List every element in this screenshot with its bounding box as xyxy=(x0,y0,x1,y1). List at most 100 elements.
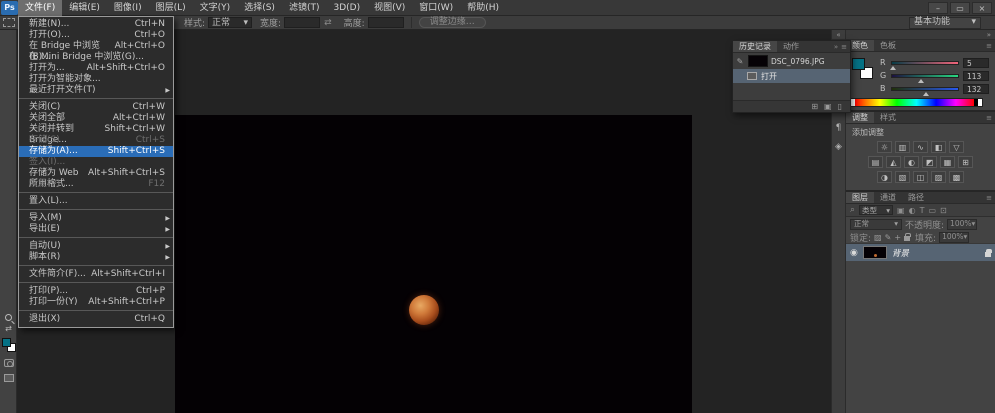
file-menu-item[interactable]: 脚本(R) xyxy=(19,252,173,266)
height-input[interactable] xyxy=(368,17,404,28)
paragraph-panel-icon[interactable]: ¶ xyxy=(832,122,845,134)
filter-smart-objects-icon[interactable]: ⊡ xyxy=(940,206,947,215)
document-image[interactable] xyxy=(175,115,692,413)
new-snapshot-icon[interactable]: ▣ xyxy=(824,102,832,111)
history-brush-source-icon[interactable]: ✎ xyxy=(735,57,745,66)
curves-icon[interactable]: ∿ xyxy=(913,141,928,153)
close-button[interactable]: × xyxy=(972,2,992,14)
file-menu-item[interactable]: 退出(X) Ctrl+Q xyxy=(19,314,173,325)
foreground-color-swatch[interactable] xyxy=(2,338,11,347)
file-menu-item[interactable]: 最近打开文件(T) xyxy=(19,85,173,99)
levels-icon[interactable]: ▥ xyxy=(895,141,910,153)
file-menu-item[interactable]: 签入(I)... xyxy=(19,157,173,168)
panel-menu-icon[interactable]: ≡ xyxy=(986,42,992,50)
threshold-icon[interactable]: ◫ xyxy=(913,171,928,183)
file-menu-item[interactable]: 关闭(C) Ctrl+W xyxy=(19,102,173,113)
foreground-color-swatch[interactable] xyxy=(852,58,865,70)
menu-bar-item[interactable]: 选择(S) xyxy=(237,0,282,16)
fill-input[interactable]: 100%▾ xyxy=(939,232,969,243)
panel-menu-icon[interactable]: ≡ xyxy=(841,43,847,51)
refine-edge-button[interactable]: 调整边缘… xyxy=(419,17,486,28)
file-menu-item[interactable]: 关闭全部 Alt+Ctrl+W xyxy=(19,113,173,124)
minimize-button[interactable]: – xyxy=(928,2,948,14)
panel-menu-icon[interactable]: ≡ xyxy=(986,114,992,122)
style-select[interactable]: 正常▾ xyxy=(208,17,252,28)
file-menu-item[interactable]: 在 Mini Bridge 中浏览(G)... xyxy=(19,52,173,63)
file-menu-item[interactable]: 导入(M) xyxy=(19,213,173,224)
file-menu-item[interactable]: 在 Bridge 中浏览(B)... Alt+Ctrl+O xyxy=(19,41,173,52)
file-menu-item[interactable]: 存储为 Web 所用格式... Alt+Shift+Ctrl+S xyxy=(19,168,173,179)
menu-bar-item[interactable]: 窗口(W) xyxy=(412,0,460,16)
file-menu-item[interactable]: 打开为智能对象... xyxy=(19,74,173,85)
collapse-panel-icon[interactable]: » xyxy=(834,43,838,51)
lock-position-icon[interactable]: + xyxy=(894,233,901,242)
swap-dimensions-icon[interactable]: ⇄ xyxy=(324,18,332,28)
posterize-icon[interactable]: ▧ xyxy=(895,171,910,183)
tab-adjustments[interactable]: 调整 xyxy=(846,112,874,123)
background-lock-icon[interactable] xyxy=(985,252,991,257)
color-lookup-icon[interactable]: ⊞ xyxy=(958,156,973,168)
menu-bar-item[interactable]: 文件(F) xyxy=(18,0,62,16)
history-state-row[interactable]: 打开 xyxy=(733,69,850,83)
menu-bar-item[interactable]: 文字(Y) xyxy=(193,0,238,16)
photo-filter-icon[interactable]: ◩ xyxy=(922,156,937,168)
filter-type-layers-icon[interactable]: T xyxy=(920,206,925,215)
filter-pixel-layers-icon[interactable]: ▣ xyxy=(897,206,905,215)
tab-history[interactable]: 历史记录 xyxy=(733,41,777,52)
layer-thumbnail[interactable] xyxy=(863,246,887,259)
filter-kind-select[interactable]: 类型▾ xyxy=(859,205,893,215)
filter-adjustment-layers-icon[interactable]: ◐ xyxy=(909,206,916,215)
opacity-input[interactable]: 100%▾ xyxy=(947,219,977,230)
filter-shape-layers-icon[interactable]: ▭ xyxy=(928,206,936,215)
file-menu-item[interactable]: 关闭并转到 Bridge... Shift+Ctrl+W xyxy=(19,124,173,135)
file-menu-item[interactable]: 存储(S) Ctrl+S xyxy=(19,135,173,146)
delete-state-icon[interactable]: ▯ xyxy=(838,102,842,111)
restore-button[interactable]: ▭ xyxy=(950,2,970,14)
expand-dock-icon[interactable]: « xyxy=(832,30,845,40)
file-menu-item[interactable]: 打印(P)... Ctrl+P xyxy=(19,286,173,297)
menu-bar-item[interactable]: 图像(I) xyxy=(107,0,149,16)
color-spectrum-ramp[interactable] xyxy=(850,98,983,107)
file-menu-item[interactable]: 打开为... Alt+Shift+Ctrl+O xyxy=(19,63,173,74)
tab-swatches[interactable]: 色板 xyxy=(874,40,902,51)
3d-panel-icon[interactable]: ◈ xyxy=(832,141,845,153)
blend-mode-select[interactable]: 正常▾ xyxy=(850,219,902,230)
menu-bar-item[interactable]: 滤镜(T) xyxy=(282,0,327,16)
zoom-tool-icon[interactable] xyxy=(5,314,12,321)
collapse-dock-icon[interactable]: » xyxy=(846,30,995,40)
workspace-switcher[interactable]: 基本功能▾ xyxy=(909,17,981,29)
menu-bar-item[interactable]: 编辑(E) xyxy=(62,0,107,16)
layer-visibility-icon[interactable]: ◉ xyxy=(850,248,858,258)
history-snapshot-row[interactable]: ✎ DSC_0796.JPG xyxy=(733,53,850,69)
gradient-map-icon[interactable]: ▩ xyxy=(949,171,964,183)
selective-color-icon[interactable]: ▨ xyxy=(931,171,946,183)
file-menu-item[interactable]: 打印一份(Y) Alt+Shift+Ctrl+P xyxy=(19,297,173,311)
vibrance-icon[interactable]: ▽ xyxy=(949,141,964,153)
invert-icon[interactable]: ◑ xyxy=(877,171,892,183)
menu-bar-item[interactable]: 图层(L) xyxy=(149,0,193,16)
channel-mixer-icon[interactable]: ▦ xyxy=(940,156,955,168)
lock-all-icon[interactable] xyxy=(904,236,910,241)
tab-layers[interactable]: 图层 xyxy=(846,192,874,203)
lock-transparent-pixels-icon[interactable]: ▨ xyxy=(874,233,882,242)
screen-mode-button[interactable] xyxy=(4,374,14,382)
marquee-tool-icon[interactable] xyxy=(3,18,15,27)
file-menu-item[interactable]: 存储为(A)... Shift+Ctrl+S xyxy=(19,146,173,157)
swap-colors-icon[interactable]: ⇄ xyxy=(5,325,12,333)
hue-saturation-icon[interactable]: ▤ xyxy=(868,156,883,168)
file-menu-item[interactable]: 新建(N)... Ctrl+N xyxy=(19,19,173,30)
file-menu-item[interactable]: 自动(U) xyxy=(19,241,173,252)
new-document-from-state-icon[interactable]: ⊞ xyxy=(811,102,818,111)
menu-bar-item[interactable]: 帮助(H) xyxy=(460,0,506,16)
tab-channels[interactable]: 通道 xyxy=(874,192,902,203)
black-white-icon[interactable]: ◐ xyxy=(904,156,919,168)
tab-paths[interactable]: 路径 xyxy=(902,192,930,203)
quick-mask-button[interactable] xyxy=(4,359,14,367)
color-balance-icon[interactable]: ◭ xyxy=(886,156,901,168)
tab-styles[interactable]: 样式 xyxy=(874,112,902,123)
file-menu-item[interactable]: 导出(E) xyxy=(19,224,173,238)
file-menu-item[interactable]: 恢复(V) F12 xyxy=(19,179,173,193)
menu-bar-item[interactable]: 3D(D) xyxy=(326,0,367,16)
file-menu-item[interactable]: 置入(L)... xyxy=(19,196,173,210)
tab-actions[interactable]: 动作 xyxy=(777,41,805,52)
